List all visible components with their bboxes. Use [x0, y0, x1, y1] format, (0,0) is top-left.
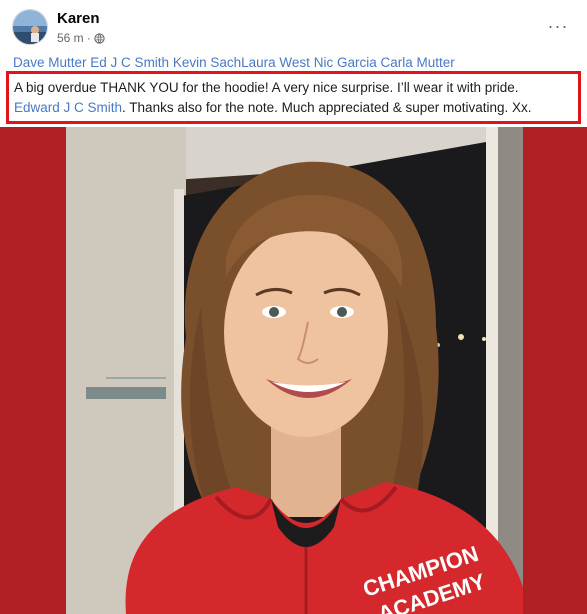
tag-dave-mutter[interactable]: Dave Mutter: [13, 55, 87, 70]
tag-carla-mutter[interactable]: Carla Mutter: [380, 55, 454, 70]
post-photo[interactable]: CHAMPION ACADEMY: [0, 127, 587, 614]
more-options-button[interactable]: ···: [543, 14, 573, 38]
more-options-icon: ···: [547, 16, 569, 36]
tag-ed-j-c-smith[interactable]: Ed J C Smith: [90, 55, 169, 70]
tag-nic-garcia[interactable]: Nic Garcia: [314, 55, 377, 70]
selfie-image: CHAMPION ACADEMY: [66, 127, 523, 614]
avatar[interactable]: [12, 9, 48, 45]
post-message: A big overdue THANK YOU for the hoodie! …: [14, 78, 579, 118]
post-time[interactable]: 56 m: [57, 31, 84, 45]
meta-separator: ·: [86, 31, 91, 45]
globe-icon: [94, 32, 105, 44]
tag-kevin-sach[interactable]: Kevin Sach: [173, 55, 241, 70]
mention-edward-j-c-smith[interactable]: Edward J C Smith: [14, 100, 122, 115]
author-name[interactable]: Karen: [57, 10, 100, 27]
tagged-people: Dave Mutter Ed J C Smith Kevin SachLaura…: [13, 55, 455, 70]
tag-laura-west[interactable]: Laura West: [241, 55, 310, 70]
message-line-2: . Thanks also for the note. Much appreci…: [122, 100, 532, 115]
message-line-1: A big overdue THANK YOU for the hoodie! …: [14, 80, 519, 95]
post-header: Karen 56 m · ···: [0, 0, 587, 52]
post-meta: 56 m ·: [57, 31, 105, 45]
